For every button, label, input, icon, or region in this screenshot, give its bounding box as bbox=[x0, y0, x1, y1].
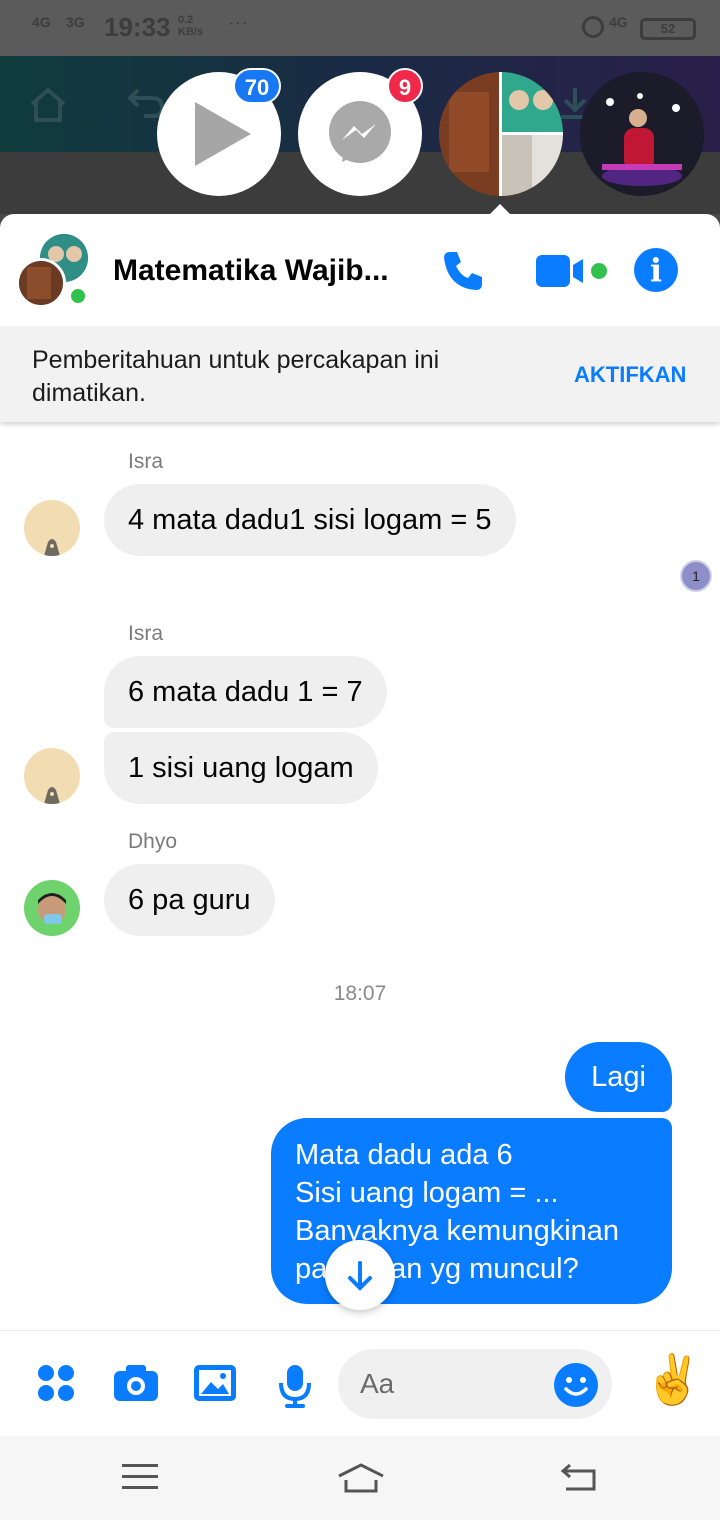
group-photo bbox=[439, 72, 563, 196]
more-notifications-icon: ··· bbox=[228, 12, 248, 34]
home-icon bbox=[30, 87, 66, 122]
back-nav-icon[interactable] bbox=[560, 1462, 598, 1492]
seen-marker-avatar: 1 bbox=[680, 560, 712, 592]
status-bar: 4G 3G 19:33 0.2 KB/s ··· 4G 52 bbox=[0, 0, 720, 56]
gallery-icon[interactable] bbox=[192, 1363, 238, 1403]
chat-header: Matematika Wajib... i bbox=[0, 214, 720, 326]
message-bubble[interactable]: 6 mata dadu 1 = 7 bbox=[104, 656, 387, 728]
message-bubble[interactable]: 1 sisi uang logam bbox=[104, 732, 378, 804]
avatar-isra[interactable] bbox=[24, 748, 80, 804]
chat-title[interactable]: Matematika Wajib... bbox=[113, 254, 389, 288]
sender-name: Dhyo bbox=[128, 830, 178, 853]
message-bubble[interactable]: 4 mata dadu1 sisi logam = 5 bbox=[104, 484, 516, 556]
avatar-photo bbox=[44, 539, 60, 556]
chat-panel: Matematika Wajib... i Pemberitahuan untu… bbox=[0, 214, 720, 1436]
video-unread-badge: 70 bbox=[233, 68, 281, 104]
avatar-photo bbox=[38, 893, 66, 924]
sender-name: Isra bbox=[128, 622, 164, 645]
more-actions-icon[interactable] bbox=[36, 1363, 76, 1403]
battery-icon: 52 bbox=[640, 18, 696, 40]
home-nav-icon[interactable] bbox=[336, 1462, 386, 1494]
clock: 19:33 bbox=[104, 12, 171, 42]
video-call-icon[interactable] bbox=[536, 252, 608, 290]
person-photo bbox=[580, 72, 704, 196]
scroll-to-bottom-button[interactable] bbox=[325, 1240, 395, 1310]
muted-notice-banner: Pemberitahuan untuk percakapan ini dimat… bbox=[0, 326, 720, 422]
system-navigation-bar bbox=[0, 1436, 720, 1520]
alarm-icon bbox=[582, 16, 604, 38]
muted-notice-text: Pemberitahuan untuk percakapan ini dimat… bbox=[32, 346, 440, 407]
outgoing-message-line: Mata dadu ada 6 bbox=[295, 1139, 513, 1171]
group-avatar-front[interactable] bbox=[16, 258, 66, 308]
info-icon[interactable]: i bbox=[634, 248, 678, 292]
phone-call-icon[interactable] bbox=[440, 248, 486, 294]
menu-icon[interactable] bbox=[122, 1462, 158, 1492]
messenger-unread-badge: 9 bbox=[387, 68, 423, 104]
network-speed: 0.2 KB/s bbox=[178, 14, 204, 38]
group-chathead[interactable] bbox=[439, 72, 563, 196]
message-input-placeholder: Aa bbox=[360, 1368, 395, 1399]
network-indicator-2: 3G bbox=[66, 14, 85, 30]
microphone-icon[interactable] bbox=[278, 1363, 312, 1409]
avatar-photo bbox=[44, 787, 60, 804]
outgoing-message-bubble[interactable]: Lagi bbox=[565, 1042, 672, 1112]
quick-reaction-button[interactable]: ✌️ bbox=[643, 1351, 703, 1411]
message-timestamp: 18:07 bbox=[333, 982, 387, 1005]
arrow-down-icon bbox=[348, 1261, 372, 1291]
group-avatar-photo-2 bbox=[19, 261, 63, 305]
emoji-icon[interactable] bbox=[554, 1363, 598, 1407]
enable-notifications-button[interactable]: AKTIFKAN bbox=[574, 362, 686, 388]
online-indicator bbox=[68, 286, 88, 306]
message-composer: Aa ✌️ bbox=[0, 1330, 720, 1436]
message-bubble[interactable]: 6 pa guru bbox=[104, 864, 275, 936]
avatar-dhyo[interactable] bbox=[24, 880, 80, 936]
camera-icon[interactable] bbox=[112, 1363, 160, 1403]
smiley-face bbox=[564, 1377, 588, 1396]
avatar-isra[interactable] bbox=[24, 500, 80, 556]
outgoing-message-line: Sisi uang logam = ... bbox=[295, 1177, 559, 1209]
network-indicator-right: 4G bbox=[609, 14, 628, 30]
sender-name: Isra bbox=[128, 450, 164, 473]
network-indicator-1: 4G bbox=[32, 14, 51, 30]
person-chathead[interactable] bbox=[580, 72, 704, 196]
